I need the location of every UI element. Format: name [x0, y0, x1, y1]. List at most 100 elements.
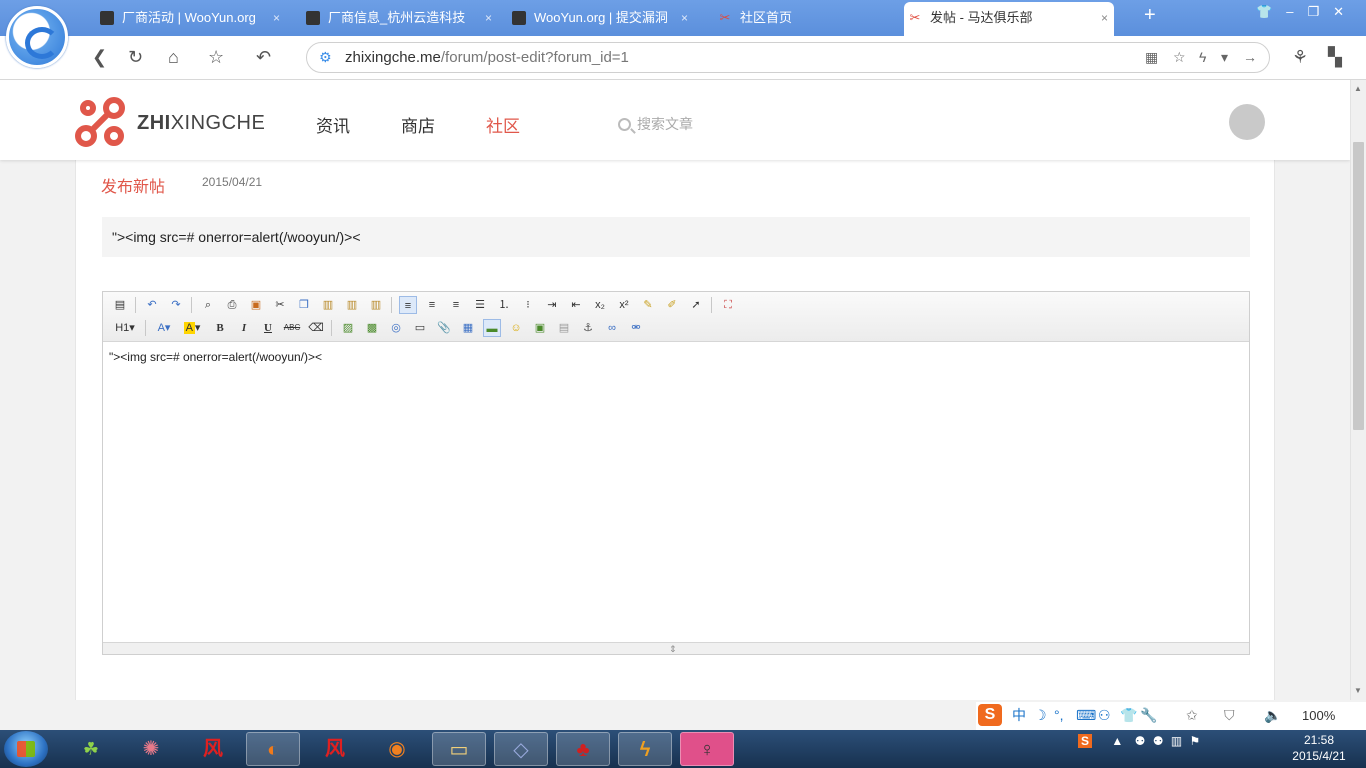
highlight-color-button[interactable]: A ▾	[181, 319, 203, 337]
network-icon[interactable]: ▥	[1171, 734, 1182, 748]
resize-handle-icon[interactable]: ⇕	[669, 644, 677, 654]
paste-word-icon[interactable]: ▥	[367, 296, 385, 314]
clear-format-icon[interactable]: ✎	[639, 296, 657, 314]
emoticon-icon[interactable]: ☺	[507, 319, 525, 337]
scroll-down-arrow-icon[interactable]: ▼	[1354, 686, 1362, 695]
back-button[interactable]: ❮	[92, 46, 107, 68]
shield-icon[interactable]: ⛉	[1224, 706, 1235, 724]
insert-image-icon[interactable]: ▨	[339, 319, 357, 337]
feng-app-icon[interactable]: 风	[186, 732, 240, 766]
undo-icon[interactable]: ↶	[143, 296, 161, 314]
fan-app-icon[interactable]: ✺	[124, 732, 178, 766]
cut-icon[interactable]: ✂	[271, 296, 289, 314]
heading-select[interactable]: H1▾	[111, 319, 139, 337]
extension-icon[interactable]: ⚘	[1292, 46, 1308, 68]
tray-ime-icon[interactable]: S	[1078, 734, 1093, 748]
tab-community-home[interactable]: ✂ 社区首页	[714, 6, 900, 30]
bold-button[interactable]: B	[211, 319, 229, 337]
nav-news[interactable]: 资讯	[316, 112, 350, 137]
home-button[interactable]: ⌂	[168, 46, 179, 68]
tab-wooyun-activity[interactable]: 厂商活动 | WooYun.org ×	[96, 6, 286, 30]
half-width-moon-icon[interactable]: ☽	[1034, 706, 1047, 724]
maximize-button[interactable]: ❐	[1307, 4, 1333, 19]
unordered-list-icon[interactable]: ⁝	[519, 296, 537, 314]
strikethrough-button[interactable]: ABC	[283, 319, 301, 337]
qq-icon-2[interactable]: ⚉	[1153, 734, 1164, 748]
uc-browser-icon[interactable]: ◐	[246, 732, 300, 766]
page-break-icon[interactable]: ▤	[555, 319, 573, 337]
apps-grid-icon[interactable]: ▚	[1328, 46, 1342, 68]
qq-icon[interactable]: ⚉	[1135, 734, 1146, 748]
italic-button[interactable]: I	[235, 319, 253, 337]
cursor-icon[interactable]: ➚	[687, 296, 705, 314]
attachment-icon[interactable]: 📎	[435, 319, 453, 337]
print-icon[interactable]: ⎙	[223, 296, 241, 314]
calendar-app-icon[interactable]: ☘	[64, 732, 118, 766]
ime-mode-chinese[interactable]: 中	[1012, 706, 1026, 724]
user-icon[interactable]: ⚇	[1098, 706, 1111, 724]
qr-code-icon[interactable]: ▦	[1145, 49, 1158, 66]
browser-logo-icon[interactable]	[6, 6, 68, 68]
volume-icon[interactable]: 🔈	[1264, 706, 1281, 724]
chevron-down-icon[interactable]: ▾	[1221, 49, 1228, 66]
tab-vendor-info[interactable]: 厂商信息_杭州云造科技 ×	[302, 6, 498, 30]
sogou-ime-logo[interactable]: S	[978, 704, 1002, 726]
insert-table-icon[interactable]: ▦	[459, 319, 477, 337]
favorite-star-icon[interactable]: ✩	[1186, 706, 1198, 724]
post-title-input[interactable]: "><img src=# onerror=alert(/wooyun/)><	[102, 217, 1250, 257]
indent-icon[interactable]: ⇥	[543, 296, 561, 314]
minimize-button[interactable]: –	[1286, 4, 1307, 19]
unlink-icon[interactable]: ⚮	[627, 319, 645, 337]
map-icon[interactable]: ▣	[531, 319, 549, 337]
source-code-icon[interactable]: ▤	[111, 296, 129, 314]
horizontal-rule-icon[interactable]: ▬	[483, 319, 501, 337]
system-clock[interactable]: 21:58 2015/4/21	[1284, 732, 1354, 764]
firefox-icon[interactable]: ◉	[370, 732, 424, 766]
close-tab-icon[interactable]: ×	[681, 6, 688, 30]
settings-wrench-icon[interactable]: 🔧	[1140, 706, 1157, 724]
copy-icon[interactable]: ❐	[295, 296, 313, 314]
paste-text-icon[interactable]: ▥	[343, 296, 361, 314]
align-center-icon[interactable]: ≡	[423, 296, 441, 314]
gimp-icon[interactable]: ♣	[556, 732, 610, 766]
reload-button[interactable]: ↻	[128, 46, 143, 68]
page-scrollbar[interactable]: ▲ ▼	[1350, 80, 1366, 700]
url-text[interactable]: zhixingche.me/forum/post-edit?forum_id=1	[345, 49, 629, 66]
undo-close-tab-button[interactable]: ↶	[256, 46, 271, 68]
align-left-icon[interactable]: ≡	[399, 296, 417, 314]
superscript-icon[interactable]: x²	[615, 296, 633, 314]
burp-icon[interactable]: ϟ	[618, 732, 672, 766]
bookmark-star-icon[interactable]: ☆	[1173, 49, 1186, 66]
template-icon[interactable]: ▣	[247, 296, 265, 314]
go-arrow-icon[interactable]: →	[1243, 49, 1257, 65]
start-button[interactable]	[4, 731, 48, 767]
tab-submit-bug[interactable]: WooYun.org | 提交漏洞 ×	[508, 6, 694, 30]
align-justify-icon[interactable]: ☰	[471, 296, 489, 314]
address-bar[interactable]: ⚙ zhixingche.me/forum/post-edit?forum_id…	[306, 42, 1270, 73]
select-all-icon[interactable]: ✐	[663, 296, 681, 314]
scrollbar-thumb[interactable]	[1353, 142, 1364, 430]
notepad-icon[interactable]: ◇	[494, 732, 548, 766]
close-tab-icon[interactable]: ×	[273, 6, 280, 30]
zhixingche-logo-icon[interactable]	[74, 96, 126, 148]
feng-app-icon-2[interactable]: 风	[308, 732, 362, 766]
nav-shop[interactable]: 商店	[401, 112, 435, 137]
subscript-icon[interactable]: x₂	[591, 296, 609, 314]
site-search[interactable]: 搜索文章	[618, 114, 693, 134]
keyboard-icon[interactable]: ⌨	[1076, 706, 1096, 724]
site-logo-text[interactable]: ZHIXINGCHE	[137, 112, 265, 135]
tab-new-post[interactable]: ✂ 发帖 - 马达俱乐部 ×	[904, 2, 1114, 36]
editor-content[interactable]: "><img src=# onerror=alert(/wooyun/)><	[109, 350, 322, 364]
scroll-up-arrow-icon[interactable]: ▲	[1354, 84, 1362, 93]
punctuation-icon[interactable]: °,	[1054, 706, 1064, 724]
zoom-level[interactable]: 100%	[1302, 708, 1335, 723]
paste-icon[interactable]: ▥	[319, 296, 337, 314]
close-tab-icon[interactable]: ×	[485, 6, 492, 30]
insert-media-icon[interactable]: ▭	[411, 319, 429, 337]
flag-icon[interactable]: ⚑	[1190, 734, 1201, 748]
favorites-star-icon[interactable]: ☆	[208, 46, 224, 68]
close-tab-icon[interactable]: ×	[1101, 2, 1108, 34]
new-tab-button[interactable]: +	[1144, 4, 1156, 27]
lightning-icon[interactable]: ϟ	[1199, 49, 1206, 65]
insert-gallery-icon[interactable]: ▩	[363, 319, 381, 337]
